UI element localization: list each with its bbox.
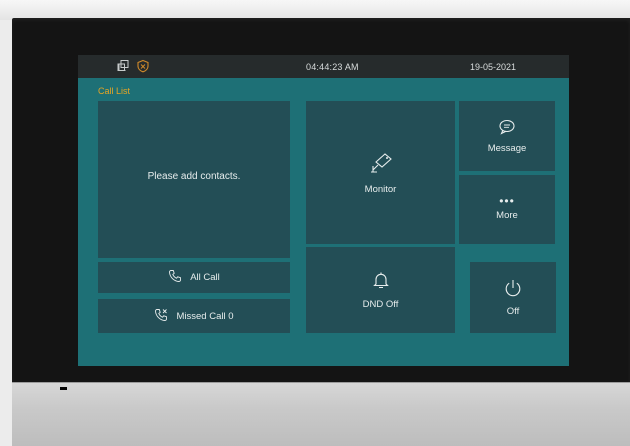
power-icon (503, 278, 523, 303)
camera-icon (367, 151, 395, 180)
device-base (12, 382, 630, 446)
monitor-label: Monitor (364, 183, 397, 195)
call-list-title: Call List (98, 86, 131, 96)
contacts-panel: Please add contacts. (98, 101, 290, 258)
phone-missed-icon (154, 308, 176, 325)
more-button[interactable]: ••• More (459, 175, 555, 244)
message-label: Message (487, 142, 527, 154)
monitor-button[interactable]: Monitor (306, 101, 455, 244)
chat-bubble-icon (498, 119, 516, 140)
bell-icon (372, 271, 390, 296)
missed-call-button[interactable]: Missed Call 0 (98, 299, 290, 333)
touch-screen: 04:44:23 AM 19-05-2021 Call List Please … (78, 55, 569, 366)
dnd-button[interactable]: DND Off (306, 247, 455, 333)
dnd-label: DND Off (362, 298, 399, 310)
message-button[interactable]: Message (459, 101, 555, 171)
off-label: Off (506, 306, 520, 317)
missed-call-label: Missed Call 0 (176, 310, 234, 322)
copy-icon (116, 59, 130, 73)
all-call-label: All Call (190, 272, 220, 283)
off-button[interactable]: Off (470, 262, 556, 333)
status-date: 19-05-2021 (470, 62, 517, 72)
shield-icon (136, 59, 150, 73)
status-bar: 04:44:23 AM 19-05-2021 (78, 55, 569, 78)
all-call-button[interactable]: All Call (98, 262, 290, 293)
more-label: More (496, 209, 518, 221)
more-dots-icon: ••• (499, 193, 515, 208)
wall-background (0, 0, 630, 20)
status-time: 04:44:23 AM (306, 62, 359, 72)
empty-contacts-message: Please add contacts. (147, 171, 241, 182)
phone-icon (168, 269, 190, 286)
indicator-led (60, 387, 67, 390)
